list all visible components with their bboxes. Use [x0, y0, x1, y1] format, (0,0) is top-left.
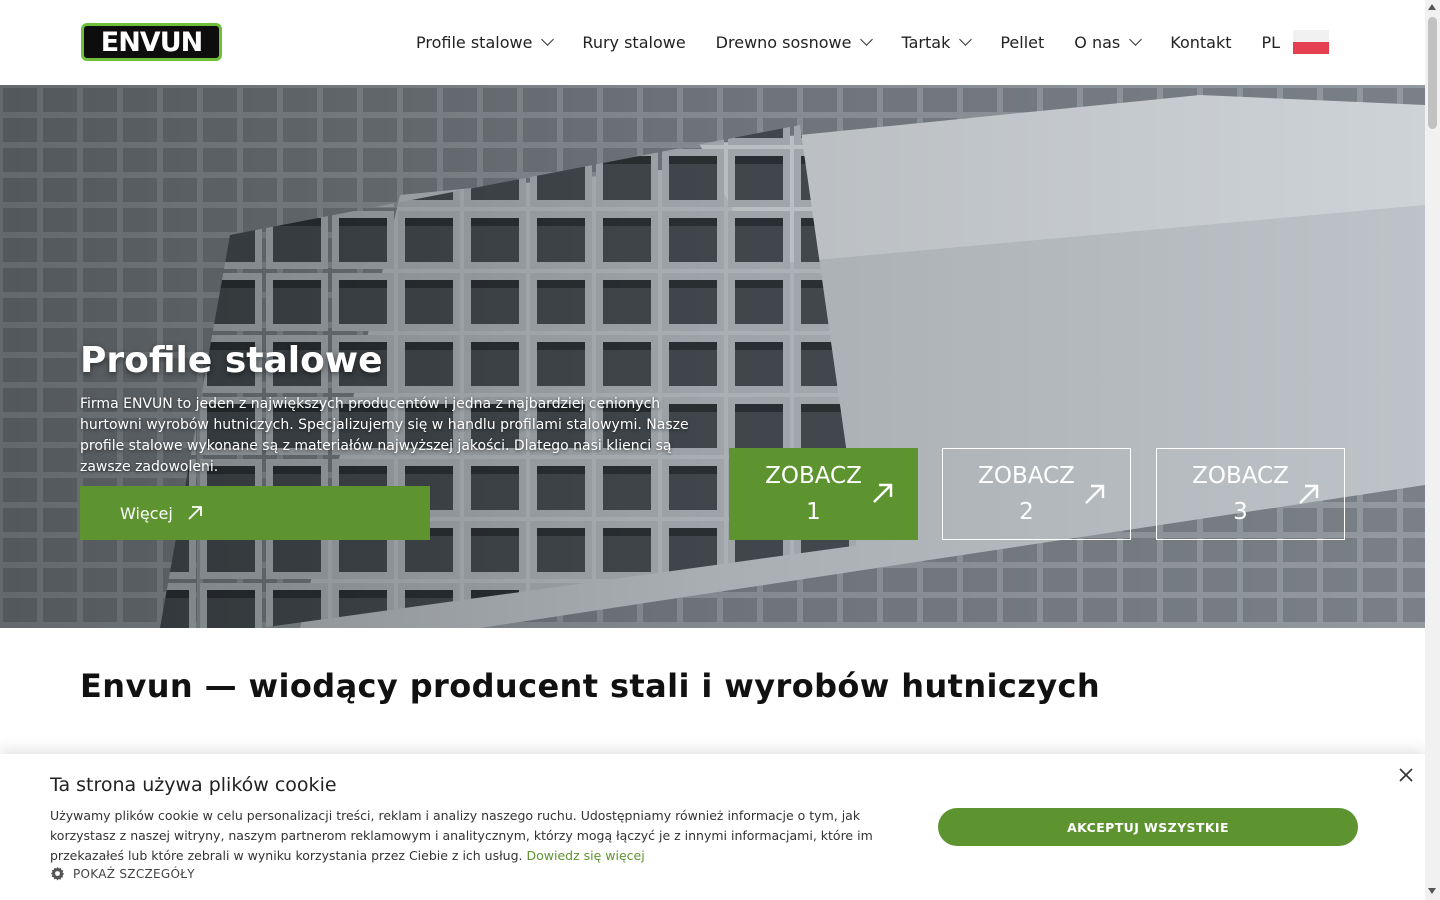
scroll-down-arrow-icon[interactable]	[1428, 888, 1436, 894]
nav-item-kontakt[interactable]: Kontakt	[1170, 33, 1231, 52]
chevron-down-icon	[541, 33, 555, 46]
more-button-label: Więcej	[120, 503, 173, 523]
slide-button-2[interactable]: ZOBACZ 2	[942, 448, 1131, 540]
site-header: ENVUN Profile stalowe Rury stalowe Drewn…	[0, 0, 1425, 85]
slide-button-1[interactable]: ZOBACZ 1	[729, 448, 918, 540]
show-details-label: POKAŻ SZCZEGÓŁY	[73, 866, 195, 881]
nav-item-drewno-sosnowe[interactable]: Drewno sosnowe	[715, 32, 874, 52]
cookie-title: Ta strona używa plików cookie	[50, 774, 337, 796]
learn-more-link[interactable]: Dowiedz się więcej	[526, 848, 644, 863]
accept-all-button[interactable]: AKCEPTUJ WSZYSTKIE	[938, 808, 1358, 846]
nav-label: Rury stalowe	[582, 32, 686, 52]
cookie-banner: Ta strona używa plików cookie Używamy pl…	[0, 754, 1425, 900]
slide-label-text: ZOBACZ	[1192, 463, 1289, 489]
slide-number: 1	[806, 499, 821, 525]
nav-label: PL	[1261, 32, 1281, 52]
page-heading: Envun — wiodący producent stali i wyrobó…	[80, 667, 1101, 705]
hero-description: Firma ENVUN to jeden z największych prod…	[80, 396, 689, 475]
chevron-down-icon	[1129, 33, 1143, 46]
nav-item-language[interactable]: PL	[1262, 33, 1281, 52]
nav-label: Drewno sosnowe	[715, 32, 852, 52]
slide-label-text: ZOBACZ	[978, 463, 1075, 489]
more-button[interactable]: Więcej	[80, 486, 430, 540]
nav-label: Tartak	[901, 32, 951, 52]
chevron-down-icon	[959, 33, 973, 46]
gear-icon	[50, 866, 65, 881]
slide-number: 2	[1019, 499, 1034, 525]
page-scrollbar[interactable]	[1425, 0, 1440, 900]
logo-text: ENVUN	[100, 26, 203, 58]
slide-button-label: ZOBACZ 2	[977, 458, 1077, 530]
poland-flag-icon[interactable]	[1293, 30, 1329, 54]
nav-label: Pellet	[1000, 32, 1045, 52]
nav-item-tartak[interactable]: Tartak	[901, 32, 973, 52]
nav-item-profile-stalowe[interactable]: Profile stalowe	[416, 32, 555, 52]
chevron-down-icon	[860, 33, 874, 46]
nav-item-rury-stalowe[interactable]: Rury stalowe	[582, 33, 685, 52]
slide-button-label: ZOBACZ 1	[764, 458, 864, 530]
envun-logo[interactable]: ENVUN	[81, 23, 222, 61]
cookie-description: Używamy plików cookie w celu personaliza…	[50, 806, 900, 866]
slide-label-text: ZOBACZ	[765, 463, 862, 489]
hero-banner: Profile stalowe Firma ENVUN to jeden z n…	[0, 85, 1425, 628]
close-icon[interactable]	[1398, 767, 1414, 783]
slide-button-3[interactable]: ZOBACZ 3	[1156, 448, 1345, 540]
nav-item-pellet[interactable]: Pellet	[1000, 33, 1044, 52]
slide-button-label: ZOBACZ 3	[1191, 458, 1291, 530]
main-nav: Profile stalowe Rury stalowe Drewno sosn…	[416, 30, 1310, 54]
nav-label: Profile stalowe	[416, 32, 533, 52]
arrow-up-right-icon	[873, 483, 893, 503]
nav-label: Kontakt	[1170, 32, 1232, 52]
arrow-up-right-icon	[1085, 484, 1105, 504]
arrow-up-right-icon	[1299, 484, 1319, 504]
show-details-toggle[interactable]: POKAŻ SZCZEGÓŁY	[50, 866, 195, 881]
nav-label: O nas	[1074, 32, 1121, 52]
slide-number: 3	[1233, 499, 1248, 525]
scroll-up-arrow-icon[interactable]	[1428, 4, 1436, 10]
hero-title: Profile stalowe	[80, 340, 383, 381]
scrollbar-thumb[interactable]	[1428, 17, 1437, 129]
cookie-text: Używamy plików cookie w celu personaliza…	[50, 808, 873, 863]
nav-item-o-nas[interactable]: O nas	[1074, 32, 1143, 52]
arrow-up-right-icon	[188, 506, 202, 520]
